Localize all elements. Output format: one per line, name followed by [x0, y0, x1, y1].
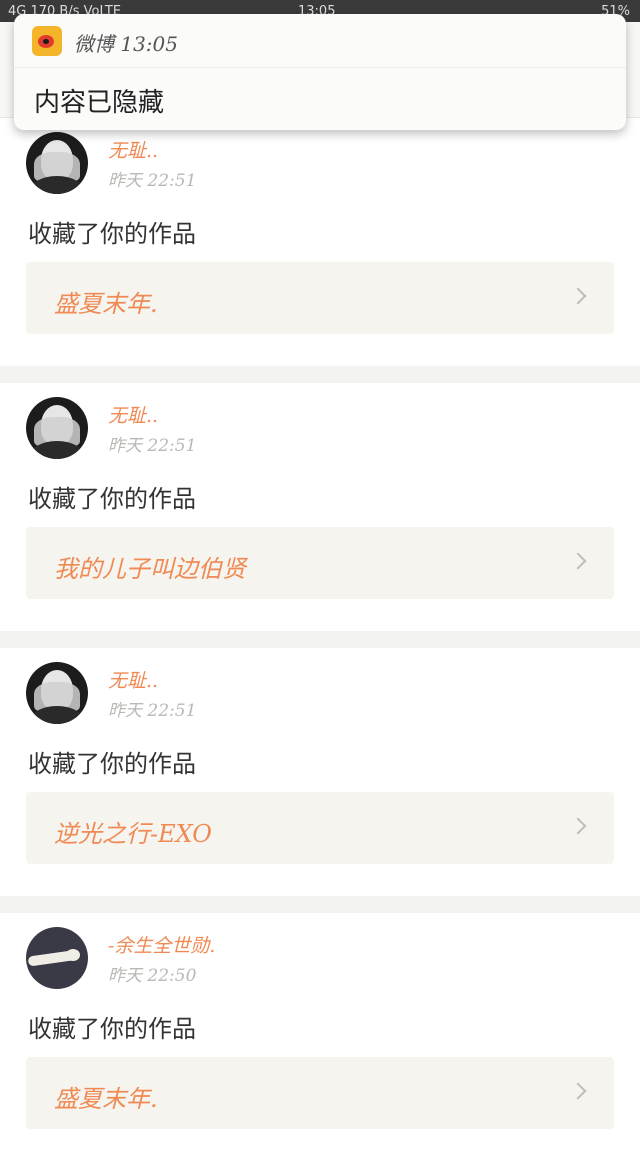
feed-item: 无耻.. 昨天 22:51 收藏了你的作品 我的儿子叫边伯贤 [0, 383, 640, 631]
chevron-right-icon [569, 287, 587, 305]
work-title: 逆光之行-EXO [54, 820, 212, 848]
username[interactable]: 无耻.. [108, 136, 158, 163]
feed-item: -余生全世勋. 昨天 22:50 收藏了你的作品 盛夏末年. [0, 913, 640, 1161]
chevron-right-icon [569, 817, 587, 835]
action-text: 收藏了你的作品 [28, 750, 196, 778]
heads-up-notification[interactable]: 微博 13:05 内容已隐藏 [14, 14, 626, 130]
work-title: 我的儿子叫边伯贤 [54, 555, 246, 583]
work-link[interactable]: 盛夏末年. [26, 1057, 614, 1129]
timestamp: 昨天 22:51 [108, 436, 197, 456]
timestamp: 昨天 22:51 [108, 171, 197, 191]
chevron-right-icon [569, 552, 587, 570]
username[interactable]: -余生全世勋. [108, 931, 215, 958]
work-link[interactable]: 我的儿子叫边伯贤 [26, 527, 614, 599]
notification-message: 内容已隐藏 [34, 88, 165, 118]
username[interactable]: 无耻.. [108, 401, 158, 428]
notification-app-name: 微博 13:05 [74, 28, 178, 57]
username[interactable]: 无耻.. [108, 666, 158, 693]
avatar[interactable] [26, 132, 88, 194]
feed-item: 无耻.. 昨天 22:51 收藏了你的作品 盛夏末年. [0, 118, 640, 366]
avatar[interactable] [26, 927, 88, 989]
work-link[interactable]: 盛夏末年. [26, 262, 614, 334]
action-text: 收藏了你的作品 [28, 485, 196, 513]
work-title: 盛夏末年. [54, 1085, 158, 1113]
notification-app-label: 微博 [74, 32, 114, 56]
action-text: 收藏了你的作品 [28, 1015, 196, 1043]
timestamp: 昨天 22:51 [108, 701, 197, 721]
weibo-app-icon [32, 26, 62, 56]
avatar[interactable] [26, 662, 88, 724]
timestamp: 昨天 22:50 [108, 966, 197, 986]
notification-header: 微博 13:05 [14, 14, 626, 68]
feed-item: 无耻.. 昨天 22:51 收藏了你的作品 逆光之行-EXO [0, 648, 640, 896]
avatar[interactable] [26, 397, 88, 459]
action-text: 收藏了你的作品 [28, 220, 196, 248]
notification-time: 13:05 [120, 32, 178, 56]
chevron-right-icon [569, 1082, 587, 1100]
work-link[interactable]: 逆光之行-EXO [26, 792, 614, 864]
work-title: 盛夏末年. [54, 290, 158, 318]
